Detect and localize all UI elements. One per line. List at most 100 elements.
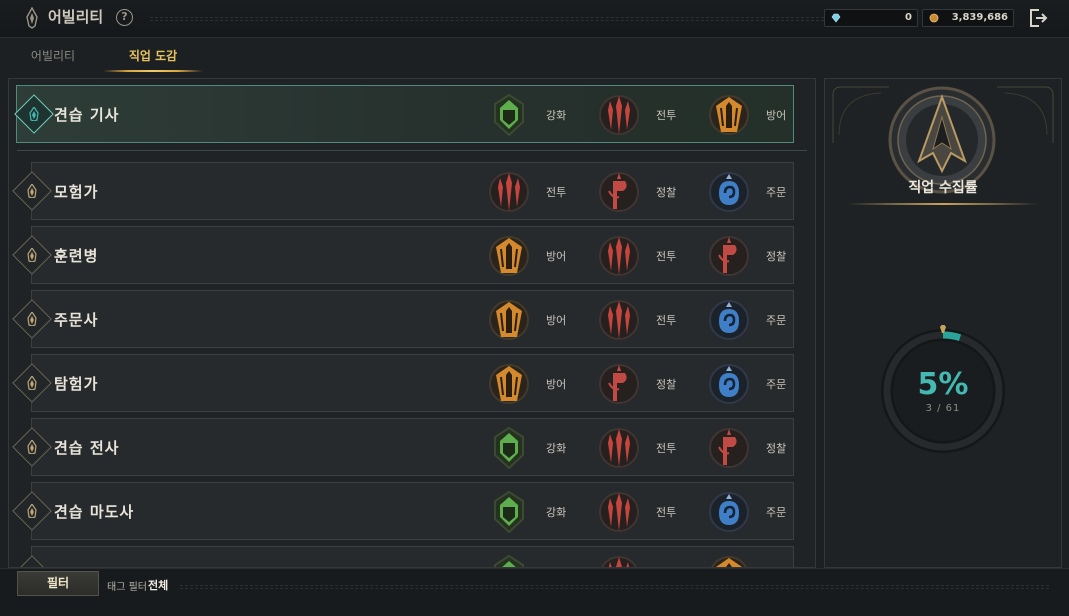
gauge-progress-arc: [942, 331, 962, 342]
class-tag-label: 강화: [546, 506, 567, 519]
gem-icon: [831, 13, 841, 23]
collection-count: 3 / 61: [925, 403, 961, 414]
tab-ability[interactable]: 어빌리티: [14, 44, 92, 72]
class-row[interactable]: 훈련병 방어 전투 정찰: [12, 226, 794, 284]
class-row[interactable]: 주문사 방어 전투 주문: [12, 290, 794, 348]
class-tag: 강화: [489, 92, 609, 138]
spell-tag-icon: [709, 172, 749, 212]
combat-tag-icon: [599, 492, 639, 532]
class-tag: 방어: [709, 92, 815, 138]
enhance-tag-icon: [494, 426, 524, 470]
scout-tag-icon: [599, 364, 639, 404]
class-tag-label: 정찰: [656, 378, 677, 391]
collection-panel: 직업 수집률 5% 3 / 61: [824, 78, 1062, 568]
class-rank-icon: [27, 248, 37, 262]
top-bar: 어빌리티 ? 0 3,839,686: [0, 0, 1069, 38]
class-name: 견습 마도사: [54, 503, 135, 521]
combat-tag-icon: [599, 236, 639, 276]
coin-icon: [929, 13, 939, 23]
spell-tag-icon: [709, 300, 749, 340]
defense-tag-icon: [489, 300, 529, 340]
spell-tag-icon: [709, 492, 749, 532]
class-rank-icon: [27, 504, 37, 518]
class-name: 견습 전사: [54, 439, 120, 457]
class-tag-label: 전투: [656, 250, 677, 263]
class-tag-label: 방어: [546, 250, 567, 263]
class-rank-icon: [27, 312, 37, 326]
defense-tag-icon: [489, 236, 529, 276]
class-tag: 정찰: [599, 361, 719, 407]
class-name: 주문사: [54, 311, 99, 329]
enhance-tag-icon: [494, 93, 524, 137]
class-tag: 전투: [599, 297, 719, 343]
scout-tag-icon: [709, 236, 749, 276]
class-rank-icon: [27, 376, 37, 390]
class-tag: [599, 553, 719, 567]
class-tag-label: 방어: [766, 109, 787, 122]
class-row[interactable]: 모험가 전투 정찰 주문: [12, 162, 794, 220]
class-tag-label: 전투: [656, 442, 677, 455]
enhance-tag-icon: [494, 554, 524, 567]
class-tag: 주문: [709, 169, 815, 215]
class-row[interactable]: 견습 기사 강화 전투 방어: [14, 85, 794, 143]
corner-ornament-left: [832, 86, 889, 143]
class-tag: 정찰: [599, 169, 719, 215]
help-icon[interactable]: ?: [116, 9, 133, 26]
top-ornament: [150, 17, 829, 21]
class-tag-label: 주문: [766, 378, 787, 391]
ability-icon: [26, 7, 38, 29]
class-tag: 전투: [599, 425, 719, 471]
class-tag: 방어: [489, 297, 609, 343]
bottom-ornament: [180, 585, 1049, 589]
combat-tag-icon: [599, 300, 639, 340]
title-underline: [847, 203, 1039, 205]
class-tag: 주문: [709, 297, 815, 343]
class-row[interactable]: 견습 마도사 강화 전투 주문: [12, 482, 794, 540]
class-tag-label: 주문: [766, 186, 787, 199]
spell-tag-icon: [709, 364, 749, 404]
class-tag-label: 주문: [766, 314, 787, 327]
class-tag-label: 주문: [766, 506, 787, 519]
class-tag-label: 정찰: [766, 442, 787, 455]
class-tag: 전투: [489, 169, 609, 215]
class-tag-label: 강화: [546, 109, 567, 122]
class-tag-label: 전투: [546, 186, 567, 199]
defense-tag-icon: [709, 95, 749, 135]
class-tag-label: 전투: [656, 314, 677, 327]
class-tag: 주문: [709, 361, 815, 407]
corner-ornament-right: [997, 86, 1054, 143]
gem-amount: 0: [905, 12, 912, 23]
tab-class-codex[interactable]: 직업 도감: [103, 44, 203, 72]
collection-percent: 5%: [917, 367, 969, 402]
class-tag: 방어: [489, 361, 609, 407]
exit-icon[interactable]: [1028, 7, 1048, 29]
class-rank-badge: [12, 555, 52, 567]
filter-button[interactable]: 필터: [17, 571, 99, 596]
gem-currency: 0: [824, 9, 918, 27]
list-divider: [17, 150, 807, 151]
defense-tag-icon: [489, 364, 529, 404]
combat-tag-icon: [489, 172, 529, 212]
scout-tag-icon: [709, 428, 749, 468]
class-tag: 방어: [489, 233, 609, 279]
tag-filter-label: 태그 필터: [107, 582, 147, 593]
class-row[interactable]: 견습 전사 강화 전투 정찰: [12, 418, 794, 476]
scout-tag-icon: [599, 172, 639, 212]
defense-tag-icon: [711, 556, 747, 567]
tag-filter-value[interactable]: 전체: [148, 577, 168, 593]
class-name: 훈련병: [54, 247, 99, 265]
class-name: 견습 기사: [54, 106, 120, 124]
class-tag-label: 방어: [546, 314, 567, 327]
class-tag: [489, 553, 609, 567]
class-tag-label: 정찰: [656, 186, 677, 199]
class-row[interactable]: [12, 546, 794, 567]
coin-amount: 3,839,686: [951, 12, 1008, 23]
class-tag: 정찰: [709, 425, 815, 471]
combat-tag-icon: [599, 95, 639, 135]
class-row[interactable]: 탐험가 방어 정찰 주문: [12, 354, 794, 412]
class-name: 탐험가: [54, 375, 99, 393]
class-tag: 주문: [709, 489, 815, 535]
class-list-panel[interactable]: 견습 기사 강화 전투 방어 모험가 전투 정찰 주문 훈련병 방어 전투 정찰 주문…: [8, 78, 816, 568]
collection-title: 직업 수집률: [908, 180, 978, 196]
class-tag: 전투: [599, 233, 719, 279]
